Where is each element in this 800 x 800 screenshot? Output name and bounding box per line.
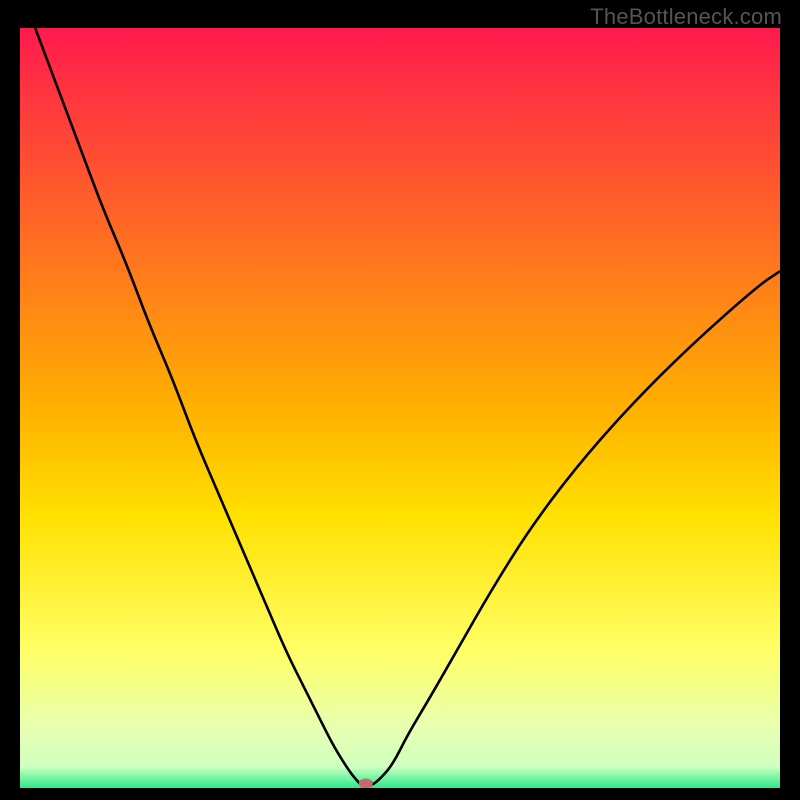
gradient-background — [20, 28, 780, 788]
chart-svg — [20, 28, 780, 788]
chart-container: TheBottleneck.com — [0, 0, 800, 800]
watermark-text: TheBottleneck.com — [590, 4, 782, 30]
min-point-marker — [359, 778, 373, 788]
plot-area — [20, 28, 780, 788]
